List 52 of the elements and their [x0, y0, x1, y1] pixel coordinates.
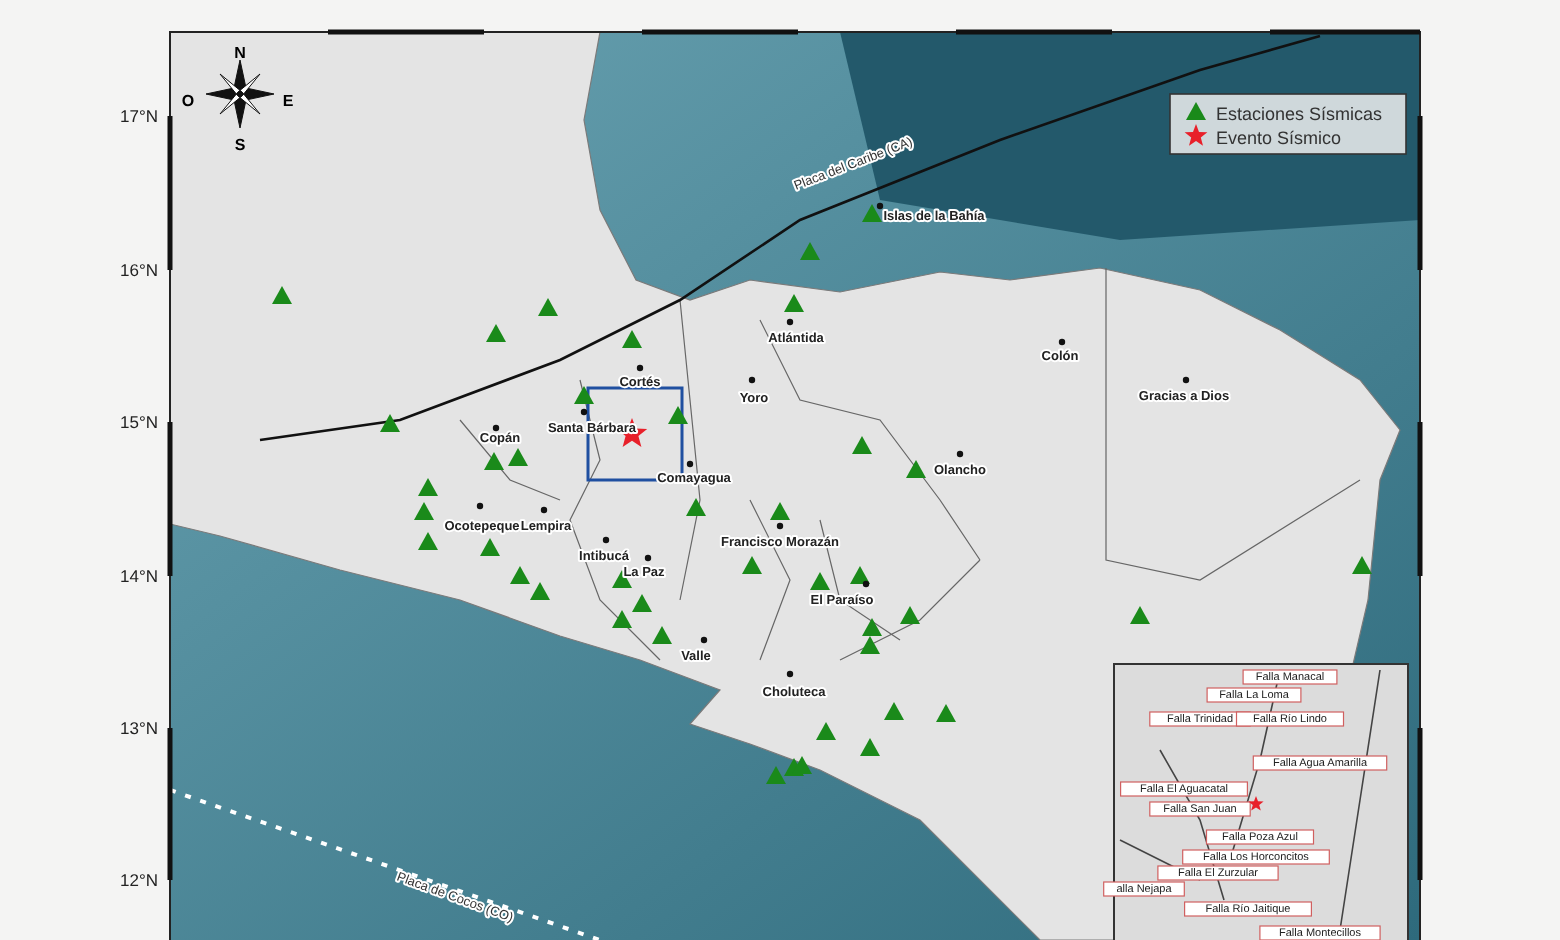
- station-icon: [800, 242, 820, 260]
- station-icon: [784, 294, 804, 312]
- station-icon: [1186, 102, 1206, 120]
- city-dot-icon: [1058, 338, 1066, 346]
- city-dot-icon: [602, 536, 610, 544]
- city-dot-icon: [492, 424, 500, 432]
- city-dot-icon: [956, 450, 964, 458]
- station-icon: [538, 298, 558, 316]
- city-dot-icon: [686, 460, 694, 468]
- latitude-label: 15°N: [120, 412, 158, 432]
- city-dot-icon: [580, 408, 588, 416]
- latitude-label: 14°N: [120, 566, 158, 586]
- station-icon: [742, 556, 762, 574]
- legend-label: Evento Sísmico: [1216, 128, 1342, 148]
- station-icon: [486, 324, 506, 342]
- city-dot-icon: [862, 580, 870, 588]
- compass-label: E: [282, 92, 294, 110]
- station-icon: [1130, 606, 1150, 624]
- station-icon: [1352, 556, 1372, 574]
- event-star-icon: [1184, 124, 1208, 146]
- latitude-label: 16°N: [120, 260, 158, 280]
- city-dot-icon: [876, 202, 884, 210]
- station-icon: [686, 498, 706, 516]
- station-icon: [906, 460, 926, 478]
- city-dot-icon: [476, 502, 484, 510]
- city-dot-icon: [1182, 376, 1190, 384]
- station-icon: [668, 406, 688, 424]
- station-icon: [852, 436, 872, 454]
- station-icon: [862, 204, 882, 222]
- event-star-icon: [1248, 796, 1264, 811]
- station-icon: [272, 286, 292, 304]
- compass-label: O: [181, 92, 195, 110]
- city-dot-icon: [700, 636, 708, 644]
- station-icon: [936, 704, 956, 722]
- station-icon: [380, 414, 400, 432]
- city-dot-icon: [748, 376, 756, 384]
- city-dot-icon: [644, 554, 652, 562]
- latitude-label: 13°N: [120, 718, 158, 738]
- city-dot-icon: [776, 522, 784, 530]
- latitude-label: 12°N: [120, 870, 158, 890]
- city-dot-icon: [786, 670, 794, 678]
- compass-rose-icon: [205, 59, 275, 129]
- compass-label: N: [234, 44, 246, 62]
- station-icon: [574, 386, 594, 404]
- city-dot-icon: [786, 318, 794, 326]
- station-icon: [770, 502, 790, 520]
- city-dot-icon: [540, 506, 548, 514]
- legend-label: Estaciones Sísmicas: [1216, 104, 1383, 124]
- latitude-label: 17°N: [120, 106, 158, 126]
- city-dot-icon: [636, 364, 644, 372]
- station-icon: [622, 330, 642, 348]
- compass-label: S: [234, 136, 246, 154]
